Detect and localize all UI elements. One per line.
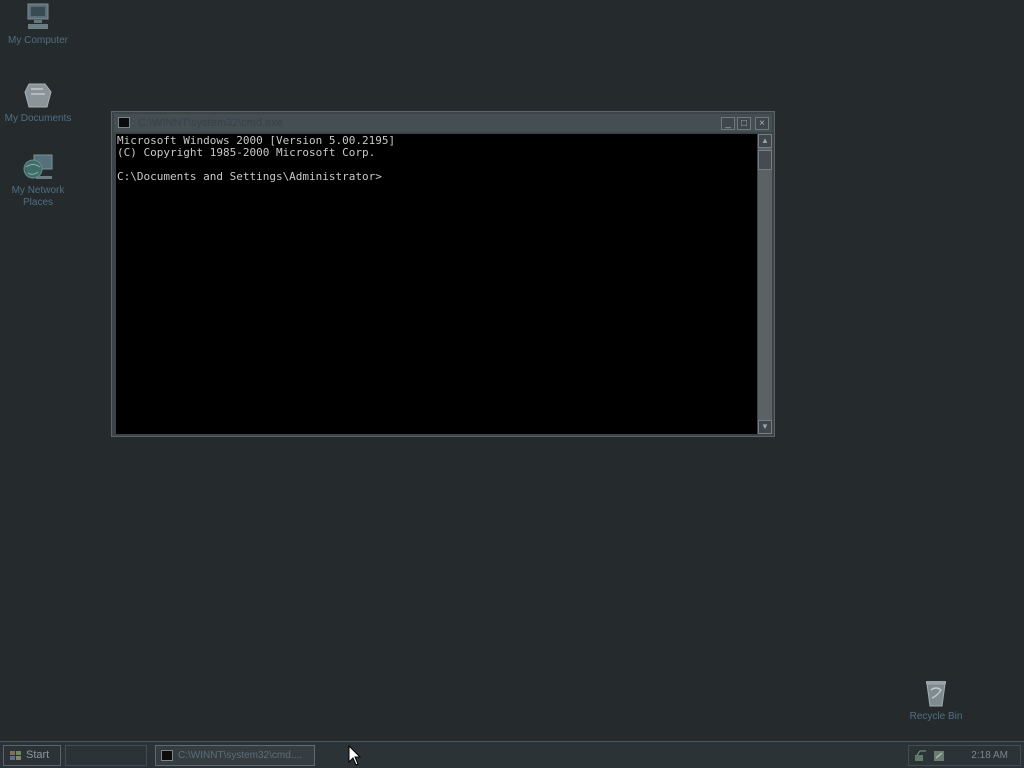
cmd-window[interactable]: C:\WINNT\system32\cmd.exe _ □ × Microsof…: [111, 111, 775, 437]
scroll-down-button[interactable]: ▼: [758, 420, 772, 434]
system-tray: 2:18 AM: [908, 745, 1021, 766]
close-button[interactable]: ×: [755, 117, 769, 130]
window-title: C:\WINNT\system32\cmd.exe: [138, 117, 283, 129]
folder-documents-icon: [24, 83, 52, 108]
console-output[interactable]: Microsoft Windows 2000 [Version 5.00.219…: [116, 134, 757, 434]
console-prompt-line: C:\Documents and Settings\Administrator>: [117, 170, 382, 183]
desktop-icon-label-line: My Network: [11, 185, 65, 196]
desktop-icon-label-line: Places: [22, 197, 53, 208]
mouse-cursor-icon: [348, 745, 362, 766]
taskbar-item-cmd[interactable]: C:\WINNT\system32\cmd....: [155, 745, 315, 766]
recycle-bin-icon: [926, 681, 946, 707]
console-app-icon: [118, 117, 130, 128]
desktop-icon-my-computer[interactable]: My Computer: [0, 2, 76, 47]
minimize-button[interactable]: _: [721, 117, 735, 130]
start-button[interactable]: Start: [3, 745, 61, 766]
scroll-up-button[interactable]: ▲: [758, 134, 772, 148]
network-status-icon[interactable]: [914, 749, 928, 763]
quick-launch-area: [65, 745, 147, 766]
desktop-icon-label: Recycle Bin: [909, 711, 963, 722]
desktop-icon-recycle-bin[interactable]: Recycle Bin: [898, 678, 974, 723]
desktop-icon-my-documents[interactable]: My Documents: [0, 80, 76, 125]
taskbar: Start C:\WINNT\system32\cmd.... 2:18 AM: [0, 741, 1024, 768]
windows-logo-icon: [10, 751, 21, 760]
desktop-icon-label: My Documents: [4, 113, 72, 124]
console-line: (C) Copyright 1985-2000 Microsoft Corp.: [117, 146, 376, 159]
maximize-button[interactable]: □: [737, 117, 751, 130]
start-label: Start: [26, 749, 50, 761]
desktop-icon-my-network-places[interactable]: My Network Places: [0, 152, 76, 209]
volume-icon[interactable]: [932, 749, 946, 763]
console-app-icon: [161, 750, 173, 761]
taskbar-item-label: C:\WINNT\system32\cmd....: [178, 750, 302, 761]
computer-icon: [27, 3, 49, 29]
vertical-scrollbar[interactable]: ▲ ▼: [758, 134, 772, 434]
network-globe-icon: [23, 154, 53, 179]
desktop-icon-label: My Computer: [7, 35, 68, 46]
scroll-thumb[interactable]: [758, 150, 772, 170]
window-titlebar[interactable]: C:\WINNT\system32\cmd.exe _ □ ×: [114, 114, 772, 132]
clock[interactable]: 2:18 AM: [971, 750, 1008, 761]
